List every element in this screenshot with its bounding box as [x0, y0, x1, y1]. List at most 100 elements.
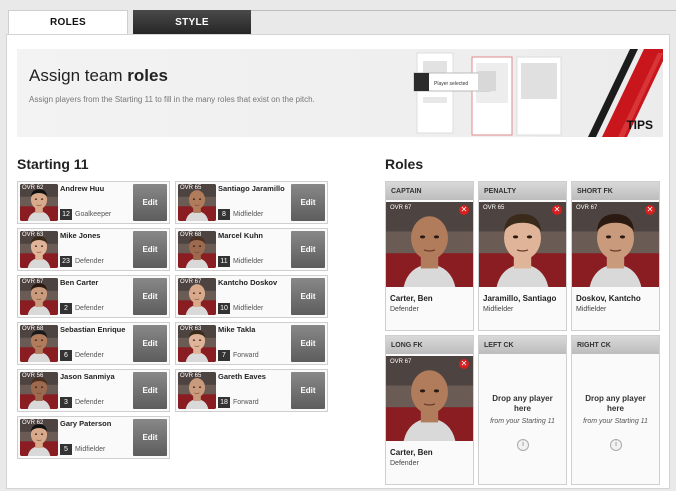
role-slot-captain[interactable]: CAPTAIN OVR 67 ✕ Carter, Ben Defender	[385, 181, 474, 331]
ovr-rating: OVR 62	[22, 420, 44, 426]
banner-subtitle: Assign players from the Starting 11 to f…	[29, 95, 315, 104]
remove-icon[interactable]: ✕	[645, 205, 655, 215]
role-slot-short-fk[interactable]: SHORT FK OVR 67 ✕ Doskov, Kantcho Midfielder	[571, 181, 660, 331]
role-slot-left-ck[interactable]: LEFT CK Drop any player here from your Sta…	[478, 335, 567, 485]
role-player-position: Defender	[390, 306, 419, 313]
info-icon[interactable]: i	[517, 439, 529, 451]
player-name: Kantcho Doskov	[218, 278, 278, 287]
remove-icon[interactable]: ✕	[552, 205, 562, 215]
ovr-rating: OVR 63	[180, 326, 202, 332]
jersey-number: 2	[60, 303, 72, 314]
jersey-number: 23	[60, 256, 72, 267]
player-portrait	[386, 356, 473, 441]
roles-title: Roles	[385, 156, 424, 172]
jersey-number: 11	[218, 256, 230, 267]
player-name: Andrew Huu	[60, 184, 105, 193]
player-card[interactable]: OVR 68 Marcel Kuhn 11 Midfielder Edit	[175, 228, 328, 271]
drop-hint: Drop any player here	[492, 394, 553, 413]
player-card[interactable]: OVR 63 Mike Jones 23 Defender Edit	[17, 228, 170, 271]
ovr-rating: OVR 68	[22, 326, 44, 332]
edit-button[interactable]: Edit	[133, 184, 167, 221]
player-card[interactable]: OVR 68 Sebastian Enrique 6 Defender Edit	[17, 322, 170, 365]
player-position: Midfielder	[233, 305, 264, 312]
ovr-rating: OVR 67	[22, 279, 44, 285]
ovr-rating: OVR 63	[22, 232, 44, 238]
jersey-number: 3	[60, 397, 72, 408]
banner-title: Assign team roles	[29, 66, 168, 85]
role-player-position: Midfielder	[483, 306, 514, 313]
edit-button[interactable]: Edit	[133, 278, 167, 315]
ovr-rating: OVR 65	[180, 185, 202, 191]
player-position: Midfielder	[233, 211, 264, 218]
player-position: Midfielder	[233, 258, 264, 265]
role-player-portrait-frame	[479, 202, 566, 287]
ovr-rating: OVR 65	[483, 205, 505, 211]
edit-button[interactable]: Edit	[133, 231, 167, 268]
player-position: Defender	[75, 352, 104, 359]
tab-divider	[251, 10, 676, 11]
player-card[interactable]: OVR 65 Santiago Jaramillo 8 Midfielder Edit	[175, 181, 328, 224]
ovr-rating: OVR 62	[22, 185, 44, 191]
role-player-portrait-frame	[572, 202, 659, 287]
edit-button[interactable]: Edit	[291, 325, 325, 362]
player-name: Sebastian Enrique	[60, 325, 126, 334]
role-player-name: Jaramillo, Santiago	[483, 294, 557, 303]
player-card[interactable]: OVR 62 Andrew Huu 12 Goalkeeper Edit	[17, 181, 170, 224]
remove-icon[interactable]: ✕	[459, 205, 469, 215]
player-name: Gary Paterson	[60, 419, 112, 428]
edit-button[interactable]: Edit	[291, 372, 325, 409]
role-name: PENALTY	[479, 182, 566, 200]
player-card[interactable]: OVR 65 Gareth Eaves 18 Forward Edit	[175, 369, 328, 412]
role-slot-long-fk[interactable]: LONG FK OVR 67 ✕ Carter, Ben Defender	[385, 335, 474, 485]
edit-button[interactable]: Edit	[133, 419, 167, 456]
player-card[interactable]: OVR 67 Kantcho Doskov 10 Midfielder Edit	[175, 275, 328, 318]
edit-button[interactable]: Edit	[133, 325, 167, 362]
edit-button[interactable]: Edit	[133, 372, 167, 409]
info-icon[interactable]: i	[610, 439, 622, 451]
player-position: Midfielder	[75, 446, 106, 453]
role-player-name: Doskov, Kantcho	[576, 294, 641, 303]
ovr-rating: OVR 67	[180, 279, 202, 285]
role-name: CAPTAIN	[386, 182, 473, 200]
edit-button[interactable]: Edit	[291, 278, 325, 315]
jersey-number: 8	[218, 209, 230, 220]
ovr-rating: OVR 56	[22, 373, 44, 379]
role-slot-right-ck[interactable]: RIGHT CK Drop any player here from your St…	[571, 335, 660, 485]
ovr-rating: OVR 67	[390, 359, 412, 365]
player-card[interactable]: OVR 62 Gary Paterson 5 Midfielder Edit	[17, 416, 170, 459]
player-portrait	[572, 202, 659, 287]
edit-button[interactable]: Edit	[291, 231, 325, 268]
ovr-rating: OVR 67	[390, 205, 412, 211]
remove-icon[interactable]: ✕	[459, 359, 469, 369]
player-name: Mike Jones	[60, 231, 101, 240]
role-player-portrait-frame	[386, 202, 473, 287]
player-card[interactable]: OVR 63 Mike Takla 7 Forward Edit	[175, 322, 328, 365]
player-card[interactable]: OVR 67 Ben Carter 2 Defender Edit	[17, 275, 170, 318]
tab-style[interactable]: STYLE	[133, 10, 251, 34]
role-slot-penalty[interactable]: PENALTY OVR 65 ✕ Jaramillo, Santiago Midfiel…	[478, 181, 567, 331]
player-position: Forward	[233, 399, 259, 406]
player-name: Mike Takla	[218, 325, 256, 334]
player-name: Gareth Eaves	[218, 372, 266, 381]
player-position: Defender	[75, 258, 104, 265]
jersey-number: 10	[218, 303, 230, 314]
player-portrait	[479, 202, 566, 287]
player-card[interactable]: OVR 56 Jason Sanmiya 3 Defender Edit	[17, 369, 170, 412]
role-player-portrait-frame	[386, 356, 473, 441]
player-position: Forward	[233, 352, 259, 359]
role-player-name: Carter, Ben	[390, 294, 433, 303]
roles-panel: Assign team roles Assign players from th…	[6, 34, 670, 489]
jersey-number: 18	[218, 397, 230, 408]
player-portrait	[386, 202, 473, 287]
player-position: Defender	[75, 399, 104, 406]
role-name: LONG FK	[386, 336, 473, 354]
jersey-number: 5	[60, 444, 72, 455]
ovr-rating: OVR 67	[576, 205, 598, 211]
edit-button[interactable]: Edit	[291, 184, 325, 221]
jersey-number: 7	[218, 350, 230, 361]
role-name: RIGHT CK	[572, 336, 659, 354]
tab-roles[interactable]: ROLES	[8, 10, 128, 34]
tips-label[interactable]: TIPS	[626, 118, 653, 132]
role-name: SHORT FK	[572, 182, 659, 200]
role-player-name: Carter, Ben	[390, 448, 433, 457]
